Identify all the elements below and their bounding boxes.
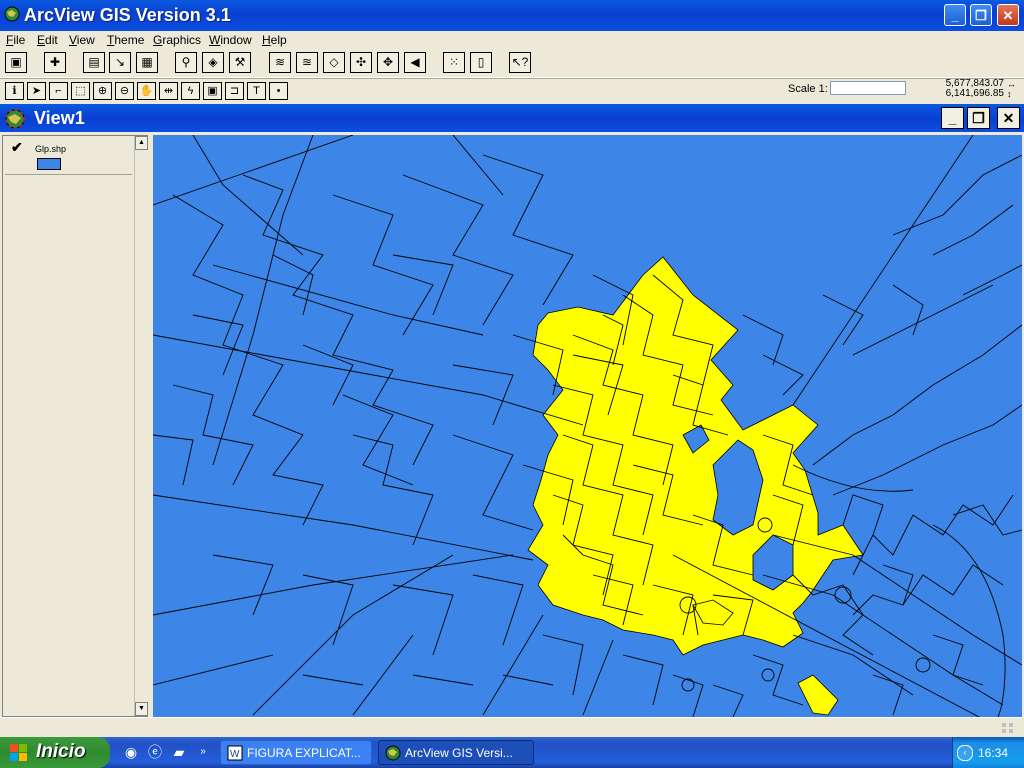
clock: 16:34 — [978, 746, 1009, 760]
system-tray: ‹ 16:34 — [952, 737, 1024, 768]
coordinate-arrows-icon: ↔ ↕ — [1007, 79, 1016, 99]
app-titlebar[interactable]: ArcView GIS Version 3.1 _ ❐ ✕ — [0, 0, 1024, 31]
app-title: ArcView GIS Version 3.1 — [24, 5, 231, 25]
edit-legend-icon[interactable]: ↘ — [109, 52, 131, 73]
toc-scrollbar[interactable]: ▲ ▼ — [134, 136, 149, 716]
zoom-to-selected-icon[interactable]: ◇ — [323, 52, 345, 73]
menu-help[interactable]: Help — [262, 33, 287, 47]
start-label: Inicio — [36, 741, 86, 762]
scroll-down-arrow-icon[interactable]: ▼ — [135, 702, 148, 716]
theme-legend-swatch — [37, 158, 61, 170]
task-arcview[interactable]: ArcView GIS Versi... — [378, 740, 534, 765]
tray-expand-icon[interactable]: ‹ — [957, 745, 973, 761]
quicklaunch-browser-icon[interactable]: ◉ — [122, 743, 140, 761]
save-icon[interactable]: ▣ — [5, 52, 27, 73]
theme-name: Glp.shp — [35, 144, 67, 154]
vertex-edit-tool[interactable]: ⌐ — [49, 82, 68, 100]
add-theme-icon[interactable]: ✚ — [44, 52, 66, 73]
table-of-contents: ✔ Glp.shp ▲ ▼ — [2, 135, 149, 717]
zoom-out-tool[interactable]: ⊖ — [115, 82, 134, 100]
theme-visibility-checkbox[interactable]: ✔ — [11, 139, 23, 156]
label-tool[interactable]: ⊐ — [225, 82, 244, 100]
task-figura[interactable]: W FIGURA EXPLICAT... — [220, 740, 372, 765]
windows-flag-icon — [10, 744, 27, 761]
menu-bar: File Edit View Theme Graphics Window Hel… — [0, 31, 1024, 49]
text-tool[interactable]: T — [247, 82, 266, 100]
scale-input[interactable] — [830, 81, 906, 95]
zoom-to-themes-icon[interactable]: ≊ — [296, 52, 318, 73]
query-builder-icon[interactable]: ⚒ — [229, 52, 251, 73]
pointer-tool[interactable]: ➤ — [27, 82, 46, 100]
map-canvas[interactable] — [153, 135, 1022, 717]
arcview-task-icon — [385, 745, 401, 761]
view-restore-button[interactable]: ❐ — [967, 107, 990, 129]
locate-address-icon[interactable]: ◈ — [202, 52, 224, 73]
draw-point-tool[interactable]: • — [269, 82, 288, 100]
resize-grip-icon[interactable] — [1000, 721, 1016, 735]
arcview-globe-icon — [4, 6, 20, 22]
menu-edit[interactable]: Edit — [37, 33, 58, 47]
view-minimize-button[interactable]: _ — [941, 107, 964, 129]
task-arcview-label: ArcView GIS Versi... — [405, 746, 513, 760]
menu-graphics[interactable]: Graphics — [153, 33, 201, 47]
zoom-in-icon[interactable]: ✣ — [350, 52, 372, 73]
hotlink-tool[interactable]: ϟ — [181, 82, 200, 100]
zoom-previous-icon[interactable]: ◀ — [404, 52, 426, 73]
find-icon[interactable]: ⚲ — [175, 52, 197, 73]
restore-button[interactable]: ❐ — [970, 4, 992, 26]
view-title: View1 — [34, 108, 85, 128]
select-features-icon[interactable]: ⁙ — [443, 52, 465, 73]
map-svg[interactable] — [153, 135, 1022, 717]
quicklaunch-ie-icon[interactable]: ⓔ — [146, 743, 164, 761]
scale-label: Scale 1: — [788, 83, 828, 95]
view-window-titlebar[interactable]: View1 — [0, 104, 1024, 132]
close-button[interactable]: ✕ — [997, 4, 1019, 26]
theme-properties-icon[interactable]: ▤ — [83, 52, 105, 73]
coordinate-y: 6,141,696.85 — [945, 88, 1004, 99]
svg-text:W: W — [230, 749, 240, 760]
menu-file[interactable]: File — [6, 33, 25, 47]
measure-tool[interactable]: ⇹ — [159, 82, 178, 100]
menu-view[interactable]: View — [69, 33, 95, 47]
zoom-out-icon[interactable]: ✥ — [377, 52, 399, 73]
task-figura-label: FIGURA EXPLICAT... — [247, 746, 361, 760]
button-bar: ▣ ✚ ▤ ↘ ▦ ⚲ ◈ ⚒ ≋ ≊ ◇ ✣ ✥ ◀ ⁙ ▯ ↖? — [0, 49, 1024, 78]
minimize-button[interactable]: _ — [944, 4, 966, 26]
area-of-interest-tool[interactable]: ▣ — [203, 82, 222, 100]
taskbar: Inicio ◉ ⓔ ▰ » W FIGURA EXPLICAT... ArcV… — [0, 737, 1024, 768]
help-icon[interactable]: ↖? — [509, 52, 531, 73]
select-feature-tool[interactable]: ⬚ — [71, 82, 90, 100]
zoom-to-full-extent-icon[interactable]: ≋ — [269, 52, 291, 73]
view-close-button[interactable]: ✕ — [997, 107, 1020, 129]
quicklaunch-more-icon[interactable]: » — [194, 743, 212, 761]
theme-entry[interactable]: ✔ Glp.shp — [5, 138, 132, 175]
scroll-up-arrow-icon[interactable]: ▲ — [135, 136, 148, 150]
pan-tool[interactable]: ✋ — [137, 82, 156, 100]
zoom-in-tool[interactable]: ⊕ — [93, 82, 112, 100]
menu-window[interactable]: Window — [209, 33, 252, 47]
status-bar — [0, 717, 1024, 738]
view-globe-icon — [5, 109, 25, 129]
word-document-icon: W — [227, 745, 243, 761]
coordinate-readout: 5,677,843.07 6,141,696.85 — [938, 79, 1004, 99]
menu-theme[interactable]: Theme — [107, 33, 144, 47]
identify-tool[interactable]: ℹ — [5, 82, 24, 100]
quicklaunch-folder-icon[interactable]: ▰ — [170, 743, 188, 761]
clear-selection-icon[interactable]: ▯ — [470, 52, 492, 73]
start-button[interactable]: Inicio — [0, 737, 110, 768]
open-table-icon[interactable]: ▦ — [136, 52, 158, 73]
